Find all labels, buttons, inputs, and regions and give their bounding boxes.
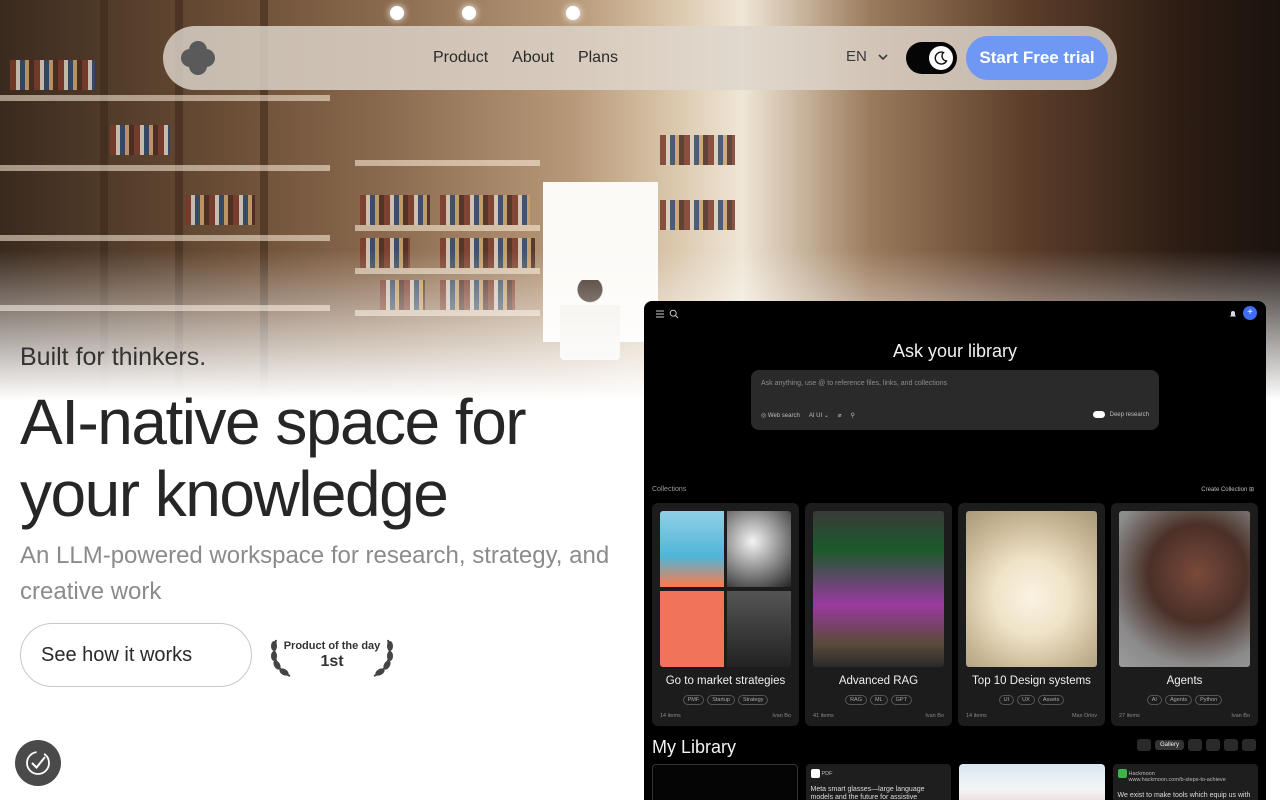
- ask-library-title: Ask your library: [892, 341, 1018, 361]
- tag[interactable]: UI: [998, 695, 1015, 705]
- laurel-right-icon: [373, 639, 393, 677]
- ceiling-light: [390, 6, 404, 20]
- ceiling-light: [566, 6, 580, 20]
- app-preview: + Ask your library Ask anything, use @ t…: [644, 301, 1266, 800]
- collection-card[interactable]: Top 10 Design systems UI UX Assets 14 it…: [958, 503, 1105, 726]
- language-label: EN: [846, 48, 867, 65]
- cookie-check-icon: [26, 751, 50, 775]
- collection-owner: Ivan Bo: [1231, 713, 1250, 719]
- library-items: PDF Meta smart glasses—large language mo…: [652, 764, 1258, 800]
- collection-tags: AI Agents Python: [1111, 695, 1258, 705]
- library-item[interactable]: PDF Meta smart glasses—large language mo…: [805, 764, 951, 800]
- collection-title: Top 10 Design systems: [972, 675, 1091, 687]
- collection-title: Agents: [1166, 675, 1203, 687]
- tag[interactable]: ML: [869, 695, 888, 705]
- collection-title: Advanced RAG: [838, 675, 919, 687]
- view-option[interactable]: [1206, 739, 1220, 751]
- add-icon[interactable]: +: [1243, 306, 1257, 320]
- collection-count: 27 items: [1119, 713, 1140, 719]
- collections-label: Collections: [652, 486, 687, 493]
- tag[interactable]: GPT: [890, 695, 912, 705]
- top-navbar: Product About Plans EN Start Free trial: [163, 26, 1117, 90]
- library-item-text: Meta smart glasses—large language models…: [810, 786, 925, 800]
- library-item-type: PDF: [821, 771, 833, 777]
- collection-count: 14 items: [966, 713, 987, 719]
- collection-owner: Max Orlov: [1071, 713, 1097, 719]
- tag[interactable]: AI: [1146, 695, 1162, 705]
- view-option[interactable]: [1224, 739, 1238, 751]
- menu-icon[interactable]: [655, 309, 665, 319]
- library-item[interactable]: [959, 764, 1105, 800]
- collection-tags: PMF Startup Strategy: [652, 695, 799, 705]
- attach-icon[interactable]: ⌀: [838, 412, 842, 419]
- moon-icon: [929, 46, 953, 70]
- language-selector[interactable]: EN: [846, 48, 889, 65]
- cookie-settings-button[interactable]: [15, 740, 61, 786]
- create-collection-button[interactable]: Create Collection ⊞: [1201, 486, 1254, 493]
- app-topbar: +: [644, 301, 1266, 325]
- view-option[interactable]: [1242, 739, 1256, 751]
- collection-card[interactable]: Advanced RAG RAG ML GPT 41 items Ivan Bo: [805, 503, 952, 726]
- ask-tools: ◎ Web search AI UI ⌄ ⌀ ⚲: [761, 412, 855, 419]
- view-switcher: Gallery: [1136, 739, 1256, 751]
- collection-tags: RAG ML GPT: [805, 695, 952, 705]
- library-item[interactable]: [652, 764, 798, 800]
- collection-card[interactable]: Agents AI Agents Python 27 items Ivan Bo: [1111, 503, 1258, 726]
- collection-count: 41 items: [813, 713, 834, 719]
- collection-tags: UI UX Assets: [958, 695, 1105, 705]
- tag[interactable]: Assets: [1037, 695, 1065, 705]
- start-free-trial-button[interactable]: Start Free trial: [966, 36, 1108, 80]
- web-search-button[interactable]: ◎ Web search: [761, 412, 800, 419]
- search-icon[interactable]: [669, 309, 679, 319]
- tag[interactable]: PMF: [682, 695, 705, 705]
- ceiling-light: [462, 6, 476, 20]
- collection-card[interactable]: Go to market strategies PMF Startup Stra…: [652, 503, 799, 726]
- tag[interactable]: Agents: [1164, 695, 1193, 705]
- hero-headline: AI-native space for your knowledge: [20, 386, 640, 530]
- logo-icon[interactable]: [181, 41, 215, 75]
- hackmoon-icon: [1117, 769, 1127, 778]
- library-item-text: We exist to make tools which equip us wi…: [1117, 792, 1251, 799]
- model-select[interactable]: AI UI ⌄: [809, 412, 829, 419]
- tag[interactable]: UX: [1017, 695, 1035, 705]
- collection-image-face: [1119, 511, 1250, 667]
- nav-links: Product About Plans: [433, 26, 618, 90]
- library-item-source: Hackmoon www.hackmoon.com/b-steps-to-achi…: [1128, 771, 1226, 783]
- ask-input[interactable]: Ask anything, use @ to reference files, …: [751, 370, 1159, 430]
- headline-line-1: AI-native space for: [20, 386, 527, 458]
- product-of-the-day-badge[interactable]: Product of the day 1st: [266, 630, 398, 682]
- my-library-title: My Library: [652, 737, 737, 757]
- nav-link-about[interactable]: About: [512, 49, 554, 67]
- tag[interactable]: Python: [1195, 695, 1223, 705]
- nav-link-product[interactable]: Product: [433, 49, 488, 67]
- collection-image-collage: [660, 511, 791, 667]
- view-option[interactable]: [1188, 739, 1202, 751]
- collection-owner: Ivan Bo: [772, 713, 791, 719]
- collection-count: 14 items: [660, 713, 681, 719]
- hero-subtitle: An LLM-powered workspace for research, s…: [20, 542, 610, 605]
- bell-icon[interactable]: [1228, 309, 1238, 319]
- chevron-down-icon: [878, 53, 888, 60]
- nav-link-plans[interactable]: Plans: [578, 49, 618, 67]
- ask-placeholder: Ask anything, use @ to reference files, …: [761, 380, 948, 387]
- collections-grid: Go to market strategies PMF Startup Stra…: [652, 503, 1258, 726]
- theme-toggle[interactable]: [906, 42, 957, 74]
- headline-line-2: your knowledge: [20, 458, 449, 530]
- tag[interactable]: Startup: [707, 695, 735, 705]
- tag[interactable]: Strategy: [737, 695, 769, 705]
- collection-title: Go to market strategies: [665, 675, 786, 687]
- laurel-left-icon: [271, 639, 291, 677]
- collection-image-lamp: [966, 511, 1097, 667]
- hero-eyebrow: Built for thinkers.: [20, 343, 207, 371]
- pdf-icon: [810, 769, 820, 778]
- view-option[interactable]: [1136, 739, 1151, 751]
- tag[interactable]: RAG: [845, 695, 867, 705]
- deep-research-toggle[interactable]: Deep research: [1092, 411, 1149, 418]
- collection-owner: Ivan Bo: [925, 713, 944, 719]
- see-how-it-works-button[interactable]: See how it works: [20, 623, 252, 687]
- collection-image-laptop: [813, 511, 944, 667]
- tools-icon[interactable]: ⚲: [850, 412, 854, 419]
- gallery-view-button[interactable]: Gallery: [1154, 740, 1184, 750]
- library-item[interactable]: Hackmoon www.hackmoon.com/b-steps-to-achi…: [1112, 764, 1258, 800]
